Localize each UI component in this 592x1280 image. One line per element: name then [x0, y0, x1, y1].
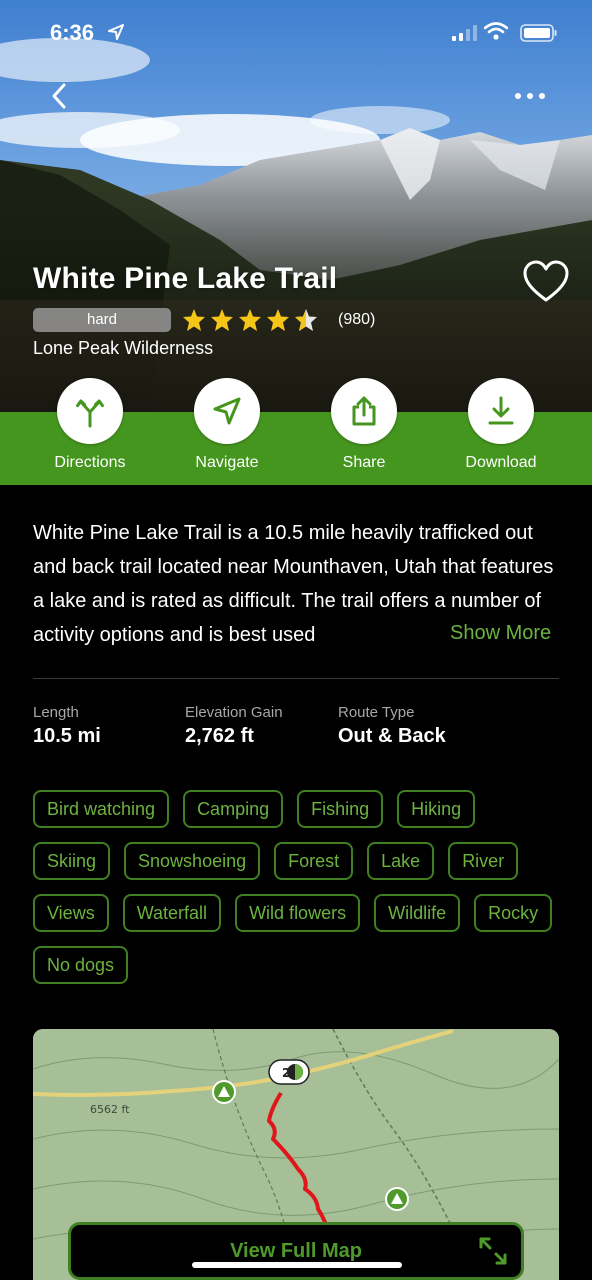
share-label: Share	[342, 454, 386, 471]
difficulty-badge: hard	[33, 308, 171, 332]
stat-label: Length	[33, 704, 79, 721]
cellular-signal-icon	[452, 25, 477, 41]
tag-chip[interactable]: Wild flowers	[235, 894, 361, 932]
star-icon	[183, 309, 205, 331]
divider	[33, 678, 559, 679]
rating-stars	[182, 308, 318, 332]
trail-tags: Bird watching Camping Fishing Hiking Ski…	[33, 790, 563, 984]
favorite-heart-icon[interactable]	[522, 260, 570, 304]
tag-chip[interactable]: River	[448, 842, 519, 880]
stat-value: 2,762 ft	[185, 725, 254, 747]
navigate-label: Navigate	[195, 454, 259, 471]
tag-chip[interactable]: Rocky	[474, 894, 553, 932]
view-full-map-label: View Full Map	[230, 1240, 362, 1262]
tag-chip[interactable]: Lake	[367, 842, 435, 880]
download-label: Download	[465, 454, 537, 471]
tag-chip[interactable]: Wildlife	[374, 894, 461, 932]
tag-chip[interactable]: Forest	[274, 842, 354, 880]
tag-chip[interactable]: Waterfall	[122, 894, 222, 932]
trail-location[interactable]: Lone Peak Wilderness	[33, 338, 213, 359]
review-count[interactable]: (980)	[338, 311, 375, 329]
tag-chip[interactable]: Hiking	[397, 790, 476, 828]
star-icon	[267, 309, 289, 331]
stat-length: Length 10.5 mi	[33, 704, 101, 748]
location-arrow-icon	[108, 24, 124, 40]
stat-value: Out & Back	[338, 725, 446, 747]
download-icon	[488, 396, 514, 425]
hero-photo: 6:36 White Pine Lake Trail hard (980) Lo…	[0, 0, 592, 412]
star-half-icon	[295, 309, 317, 331]
wifi-icon	[484, 22, 508, 40]
tag-chip[interactable]: No dogs	[33, 946, 129, 984]
navigate-icon	[213, 397, 241, 425]
back-chevron-icon[interactable]	[44, 80, 76, 112]
download-button[interactable]: Download	[441, 378, 561, 472]
tag-chip[interactable]: Fishing	[297, 790, 384, 828]
status-time: 6:36	[50, 20, 95, 45]
tag-chip[interactable]: Skiing	[33, 842, 111, 880]
star-icon	[239, 309, 261, 331]
expand-icon	[479, 1237, 507, 1265]
stat-elevation-gain: Elevation Gain 2,762 ft	[185, 704, 283, 748]
more-options-icon[interactable]	[512, 84, 552, 108]
show-more-link[interactable]: Show More	[448, 616, 552, 650]
elevation-label: 6562 ft	[90, 1103, 130, 1116]
tag-chip[interactable]: Views	[33, 894, 109, 932]
tag-chip[interactable]: Snowshoeing	[124, 842, 261, 880]
stat-route-type: Route Type Out & Back	[338, 704, 446, 748]
share-button[interactable]: Share	[304, 378, 424, 472]
stat-value: 10.5 mi	[33, 725, 101, 747]
share-icon	[352, 396, 376, 426]
battery-icon	[520, 24, 557, 42]
tag-chip[interactable]: Bird watching	[33, 790, 170, 828]
view-full-map-button[interactable]: View Full Map	[68, 1222, 524, 1280]
tag-chip[interactable]: Camping	[183, 790, 284, 828]
navigate-button[interactable]: Navigate	[167, 378, 287, 472]
directions-label: Directions	[54, 454, 126, 471]
directions-icon	[76, 399, 104, 428]
home-indicator[interactable]	[192, 1262, 402, 1268]
stat-label: Route Type	[338, 704, 415, 721]
star-icon	[211, 309, 233, 331]
status-bar: 6:36	[0, 0, 592, 64]
stat-label: Elevation Gain	[185, 704, 283, 721]
trail-title: White Pine Lake Trail	[33, 262, 338, 295]
directions-button[interactable]: Directions	[30, 378, 150, 472]
